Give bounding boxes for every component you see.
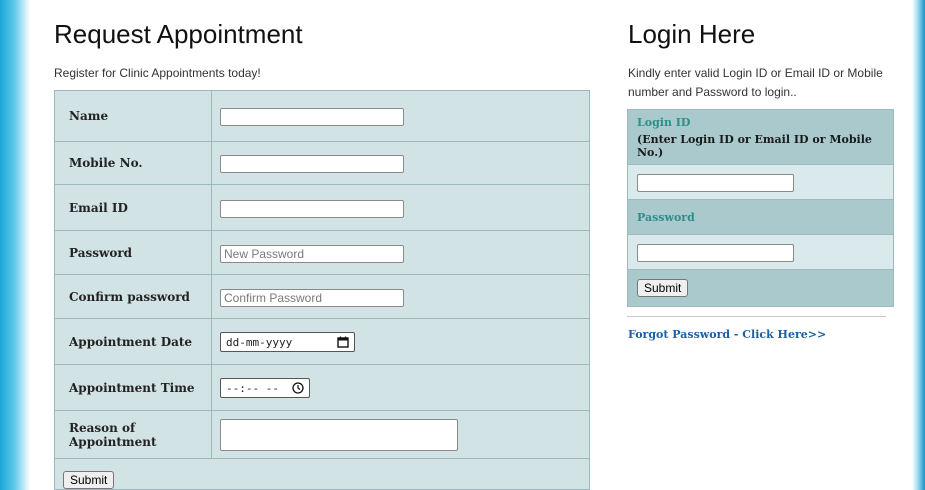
reason-textarea[interactable] (220, 418, 458, 451)
login-title: Login Here (628, 19, 756, 49)
clock-icon[interactable] (292, 382, 304, 394)
calendar-icon[interactable] (337, 336, 349, 348)
appointment-date-label: Appointment Date (54, 318, 212, 365)
login-form: Login ID (Enter Login ID or Email ID or … (627, 109, 894, 307)
form-row-confirm-password: Confirm password (54, 274, 590, 319)
form-row-date: Appointment Date dd-mm-yyyy (54, 318, 590, 365)
login-id-label: Login ID (637, 115, 691, 129)
login-id-input-row (627, 164, 894, 200)
form-row-mobile: Mobile No. (54, 141, 590, 185)
form-row-password: Password (54, 230, 590, 275)
appointment-subtitle: Register for Clinic Appointments today! (54, 66, 261, 80)
confirm-password-label: Confirm password (54, 274, 212, 319)
login-description: Kindly enter valid Login ID or Email ID … (628, 66, 883, 99)
login-submit-button[interactable]: Submit (637, 279, 689, 297)
form-row-name: Name (54, 90, 590, 142)
login-password-label: Password (637, 210, 695, 224)
login-divider (627, 316, 886, 317)
email-input[interactable] (220, 199, 404, 218)
login-id-header-row: Login ID (Enter Login ID or Email ID or … (627, 109, 894, 165)
password-label: Password (54, 230, 212, 275)
name-input[interactable] (220, 108, 404, 126)
confirm-password-input[interactable] (220, 288, 404, 307)
appointment-date-input[interactable]: dd-mm-yyyy (220, 332, 355, 353)
name-label: Name (54, 90, 212, 142)
form-row-reason: Reason of Appointment (54, 410, 590, 459)
appointment-form: Name Mobile No. Email ID Password Confir… (54, 90, 590, 490)
form-row-time: Appointment Time --:-- -- (54, 364, 590, 411)
time-value: --:-- -- (226, 381, 279, 395)
login-id-hint: (Enter Login ID or Email ID or Mobile No… (637, 132, 872, 159)
appointment-time-input[interactable]: --:-- -- (220, 378, 310, 399)
email-label: Email ID (54, 184, 212, 231)
form-row-submit: Submit (54, 458, 590, 490)
password-input[interactable] (220, 244, 404, 263)
mobile-input[interactable] (220, 155, 404, 173)
form-row-email: Email ID (54, 184, 590, 231)
mobile-label: Mobile No. (54, 141, 212, 185)
reason-label: Reason of Appointment (54, 410, 212, 459)
login-id-input[interactable] (637, 173, 794, 192)
forgot-password-link[interactable]: Forgot Password - Click Here>> (628, 328, 826, 341)
login-submit-row: Submit (627, 269, 894, 307)
login-password-header-row: Password (627, 199, 894, 235)
appointment-title: Request Appointment (54, 19, 303, 49)
date-value: dd-mm-yyyy (226, 335, 293, 349)
login-password-input-row (627, 234, 894, 270)
appointment-time-label: Appointment Time (54, 364, 212, 411)
login-password-input[interactable] (637, 243, 794, 262)
appointment-submit-button[interactable]: Submit (63, 471, 115, 489)
